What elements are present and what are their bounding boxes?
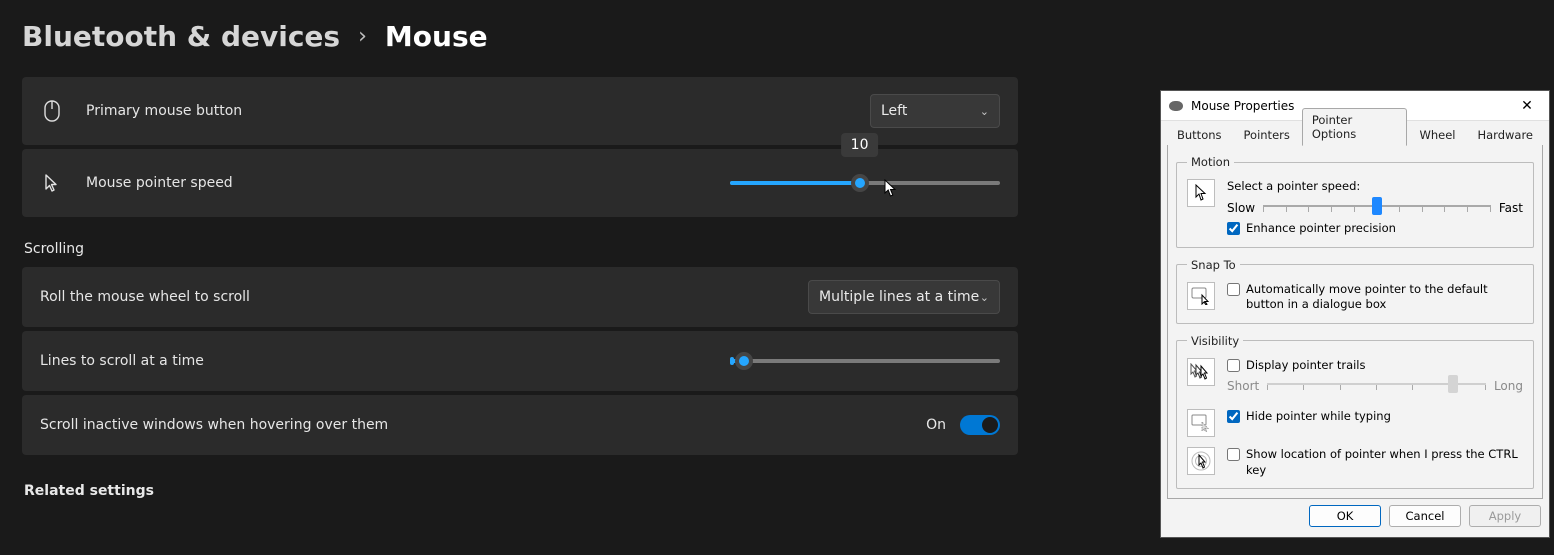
- tab-wheel[interactable]: Wheel: [1409, 123, 1465, 146]
- short-label: Short: [1227, 379, 1259, 393]
- tab-pointer-options[interactable]: Pointer Options: [1302, 108, 1408, 146]
- pointer-speed-slider[interactable]: [1263, 199, 1491, 217]
- snap-to-legend: Snap To: [1187, 258, 1240, 272]
- close-button[interactable]: ✕: [1513, 98, 1541, 114]
- dialog-button-row: OK Cancel Apply: [1161, 499, 1549, 533]
- roll-wheel-dropdown[interactable]: Multiple lines at a time ⌄: [808, 280, 1000, 314]
- cursor-icon: [1187, 179, 1215, 207]
- checkbox-label: Automatically move pointer to the defaul…: [1246, 282, 1523, 313]
- chevron-down-icon: ⌄: [980, 291, 989, 304]
- tab-pointer-options-body: Motion Select a pointer speed: Slow Fas: [1167, 145, 1543, 499]
- ok-button[interactable]: OK: [1309, 505, 1381, 527]
- fast-label: Fast: [1499, 201, 1523, 215]
- pointer-speed-row: Mouse pointer speed 10: [22, 149, 1018, 217]
- breadcrumb-parent[interactable]: Bluetooth & devices: [22, 20, 340, 53]
- pointer-speed-label: Mouse pointer speed: [86, 175, 233, 191]
- scroll-inactive-toggle[interactable]: [960, 415, 1000, 435]
- page-title: Mouse: [385, 20, 488, 53]
- mouse-icon: [1169, 101, 1183, 111]
- chevron-right-icon: ›: [358, 24, 367, 49]
- primary-mouse-button-dropdown[interactable]: Left ⌄: [870, 94, 1000, 128]
- hide-pointer-checkbox[interactable]: Hide pointer while typing: [1227, 409, 1523, 425]
- checkbox-input[interactable]: [1227, 222, 1240, 235]
- settings-page: Bluetooth & devices › Mouse Primary mous…: [0, 0, 1040, 529]
- long-label: Long: [1494, 379, 1523, 393]
- cancel-button[interactable]: Cancel: [1389, 505, 1461, 527]
- slow-label: Slow: [1227, 201, 1255, 215]
- pointer-trails-icon: [1187, 358, 1215, 386]
- primary-mouse-button-label: Primary mouse button: [86, 103, 242, 119]
- toggle-state-label: On: [926, 417, 946, 433]
- checkbox-label: Show location of pointer when I press th…: [1246, 447, 1523, 478]
- tab-hardware[interactable]: Hardware: [1467, 123, 1543, 146]
- cursor-icon: [40, 173, 64, 193]
- ctrl-locate-checkbox[interactable]: Show location of pointer when I press th…: [1227, 447, 1523, 478]
- breadcrumb: Bluetooth & devices › Mouse: [22, 20, 1018, 53]
- roll-wheel-row: Roll the mouse wheel to scroll Multiple …: [22, 267, 1018, 327]
- snap-to-icon: [1187, 282, 1215, 310]
- pointer-speed-slider[interactable]: 10: [730, 181, 1000, 185]
- trails-length-slider: [1267, 377, 1486, 395]
- checkbox-label: Hide pointer while typing: [1246, 409, 1391, 425]
- checkbox-input[interactable]: [1227, 359, 1240, 372]
- tab-buttons[interactable]: Buttons: [1167, 123, 1232, 146]
- chevron-down-icon: ⌄: [980, 105, 989, 118]
- scroll-inactive-row: Scroll inactive windows when hovering ov…: [22, 395, 1018, 455]
- checkbox-label: Enhance pointer precision: [1246, 221, 1396, 237]
- visibility-legend: Visibility: [1187, 334, 1243, 348]
- apply-button[interactable]: Apply: [1469, 505, 1541, 527]
- lines-to-scroll-slider[interactable]: [730, 359, 1000, 363]
- hide-pointer-icon: [1187, 409, 1215, 437]
- pointer-speed-label: Select a pointer speed:: [1227, 179, 1523, 193]
- tab-pointers[interactable]: Pointers: [1234, 123, 1300, 146]
- scrolling-section-header: Scrolling: [24, 241, 1018, 257]
- checkbox-input[interactable]: [1227, 448, 1240, 461]
- ctrl-locate-icon: [1187, 447, 1215, 475]
- roll-wheel-label: Roll the mouse wheel to scroll: [40, 289, 250, 305]
- dialog-tabs: Buttons Pointers Pointer Options Wheel H…: [1161, 121, 1549, 145]
- checkbox-label: Display pointer trails: [1246, 358, 1366, 374]
- mouse-icon: [40, 100, 64, 122]
- motion-legend: Motion: [1187, 155, 1234, 169]
- visibility-group: Visibility Display pointer trails Short: [1176, 334, 1534, 490]
- pointer-trails-checkbox[interactable]: Display pointer trails: [1227, 358, 1523, 374]
- slider-tooltip: 10: [841, 133, 879, 157]
- dropdown-value: Multiple lines at a time: [819, 289, 979, 305]
- checkbox-input[interactable]: [1227, 410, 1240, 423]
- checkbox-input[interactable]: [1227, 283, 1240, 296]
- lines-to-scroll-label: Lines to scroll at a time: [40, 353, 204, 369]
- lines-to-scroll-row: Lines to scroll at a time: [22, 331, 1018, 391]
- motion-group: Motion Select a pointer speed: Slow Fas: [1176, 155, 1534, 248]
- dropdown-value: Left: [881, 103, 907, 119]
- scroll-inactive-label: Scroll inactive windows when hovering ov…: [40, 417, 388, 433]
- enhance-precision-checkbox[interactable]: Enhance pointer precision: [1227, 221, 1523, 237]
- snap-to-group: Snap To Automatically move pointer to th…: [1176, 258, 1534, 324]
- related-settings-header: Related settings: [24, 483, 1018, 499]
- mouse-properties-dialog: Mouse Properties ✕ Buttons Pointers Poin…: [1160, 90, 1550, 538]
- snap-to-checkbox[interactable]: Automatically move pointer to the defaul…: [1227, 282, 1523, 313]
